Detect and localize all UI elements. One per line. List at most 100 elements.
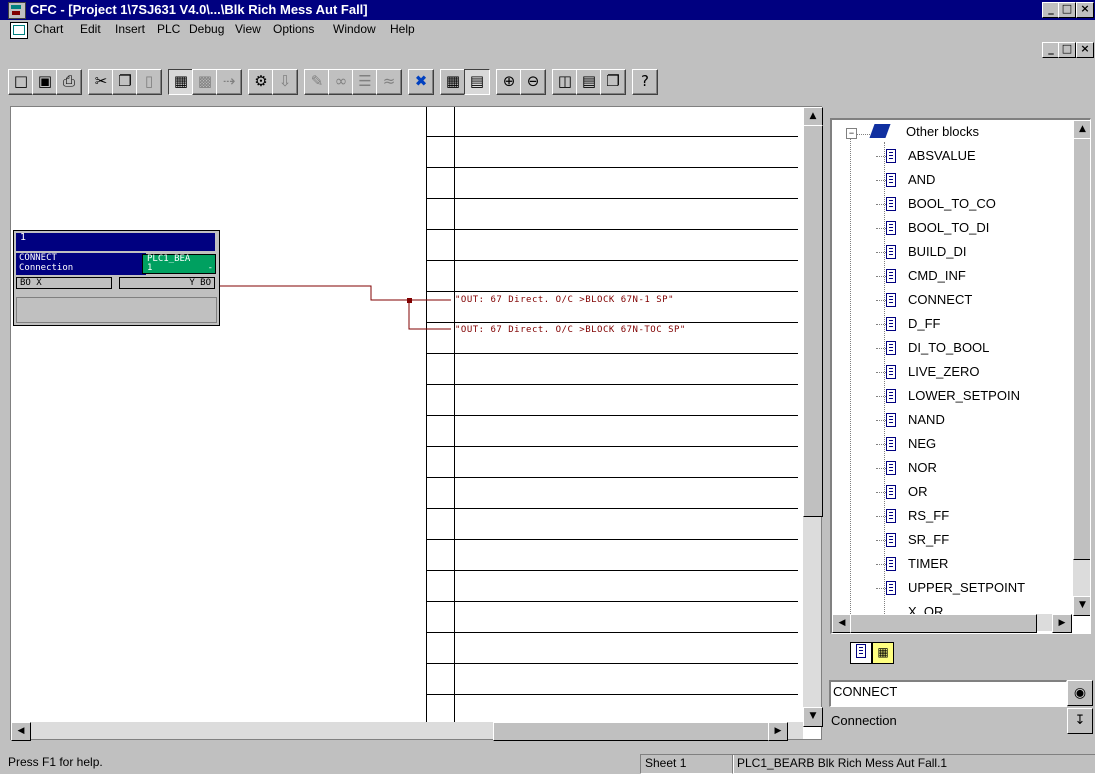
open-icon[interactable]: ▣ <box>32 69 58 95</box>
input-pin-x[interactable]: BO X <box>16 277 112 289</box>
catalog-item[interactable]: AND <box>876 170 935 190</box>
vertical-scrollbar[interactable]: ▲ ▼ <box>803 107 823 727</box>
scroll-up-button[interactable]: ▲ <box>803 107 823 127</box>
block-icon <box>886 533 896 547</box>
libraries-tab-icon[interactable]: ▦ <box>872 642 894 664</box>
catalog-scroll-thumb[interactable] <box>1073 138 1090 560</box>
signal-label-2[interactable]: "OUT: 67 Direct. O/C >BLOCK 67N-TOC SP" <box>455 325 686 335</box>
catalog-horizontal-scrollbar[interactable]: ◀ ▶ <box>832 614 1072 633</box>
test-icon[interactable]: ✎ <box>304 69 330 95</box>
print-icon[interactable]: ⎙ <box>56 69 82 95</box>
title-bar: CFC - [Project 1\7SJ631 V4.0\...\Blk Ric… <box>0 0 1095 20</box>
catalog-item[interactable]: X_OR <box>908 602 943 614</box>
insert-block-icon[interactable]: ↧ <box>1067 708 1093 734</box>
split-horizontal-icon[interactable]: ▤ <box>576 69 602 95</box>
catalog-scroll-left-button[interactable]: ◀ <box>832 614 852 633</box>
overview-icon[interactable]: ✖ <box>408 69 434 95</box>
catalog-item[interactable]: UPPER_SETPOINT <box>876 578 1025 598</box>
help-context-icon[interactable]: ? <box>632 69 658 95</box>
catalog-item[interactable]: OR <box>876 482 928 502</box>
trend-icon[interactable]: ≈ <box>376 69 402 95</box>
block-catalog-tree[interactable]: − Other blocks ABSVALUE AND BOOL_TO_CO B… <box>830 118 1091 634</box>
block-icon <box>886 389 896 403</box>
download-icon[interactable]: ⇩ <box>272 69 298 95</box>
block-icon <box>886 413 896 427</box>
mdi-restore-button[interactable]: □ <box>1058 42 1076 58</box>
blocks-tab-icon[interactable] <box>850 642 872 664</box>
status-help-text: Press F1 for help. <box>8 755 103 769</box>
catalog-vertical-scrollbar[interactable]: ▲ ▼ <box>1073 120 1090 616</box>
menu-debug[interactable]: Debug <box>189 22 224 36</box>
window-icon[interactable]: ❐ <box>600 69 626 95</box>
catalog-item[interactable]: NAND <box>876 410 945 430</box>
grid-icon[interactable]: ▦ <box>440 69 466 95</box>
catalog-item[interactable]: ABSVALUE <box>876 146 976 166</box>
menu-options[interactable]: Options <box>273 22 314 36</box>
mdi-close-button[interactable]: × <box>1076 42 1094 58</box>
menu-view[interactable]: View <box>235 22 261 36</box>
catalog-item[interactable]: NOR <box>876 458 937 478</box>
catalog-item[interactable]: BUILD_DI <box>876 242 967 262</box>
catalog-item[interactable]: NEG <box>876 434 936 454</box>
paste-icon[interactable]: ▯ <box>136 69 162 95</box>
block-name-field[interactable]: CONNECT <box>829 680 1067 707</box>
output-pin-y[interactable]: Y BO <box>119 277 215 289</box>
horizontal-scroll-thumb[interactable] <box>493 722 770 741</box>
scroll-right-button[interactable]: ▶ <box>768 722 788 741</box>
catalog-item[interactable]: D_FF <box>876 314 941 334</box>
chart-icon[interactable]: ▦ <box>168 69 194 95</box>
catalog-hscroll-thumb[interactable] <box>850 614 1037 633</box>
jump-icon[interactable]: ⇢ <box>216 69 242 95</box>
catalog-item[interactable]: CMD_INF <box>876 266 966 286</box>
cfc-app-icon[interactable] <box>8 2 26 19</box>
document-icon[interactable] <box>10 22 28 39</box>
chart-canvas[interactable]: "OUT: 67 Direct. O/C >BLOCK 67N-1 SP" "O… <box>10 106 823 741</box>
menu-edit[interactable]: Edit <box>80 22 101 36</box>
catalog-root[interactable]: Other blocks <box>906 124 979 139</box>
catalog-item[interactable]: DI_TO_BOOL <box>876 338 989 358</box>
block-icon <box>886 437 896 451</box>
block-icon <box>886 509 896 523</box>
catalog-scroll-down-button[interactable]: ▼ <box>1073 596 1090 616</box>
catalog-scroll-right-button[interactable]: ▶ <box>1052 614 1072 633</box>
block-icon <box>886 173 896 187</box>
scroll-left-button[interactable]: ◀ <box>11 722 31 741</box>
catalog-item[interactable]: TIMER <box>876 554 948 574</box>
scroll-down-button[interactable]: ▼ <box>803 707 823 727</box>
catalog-item[interactable]: BOOL_TO_DI <box>876 218 989 238</box>
catalog-icon[interactable]: ▤ <box>464 69 490 95</box>
maximize-button[interactable]: □ <box>1058 2 1076 18</box>
object-icon[interactable]: ▩ <box>192 69 218 95</box>
watch-icon[interactable]: ∞ <box>328 69 354 95</box>
menu-window[interactable]: Window <box>333 22 376 36</box>
cut-icon[interactable]: ✂ <box>88 69 114 95</box>
zoom-in-icon[interactable]: ⊕ <box>496 69 522 95</box>
menu-chart[interactable]: Chart <box>34 22 63 36</box>
close-button[interactable]: × <box>1076 2 1094 18</box>
catalog-item[interactable]: BOOL_TO_CO <box>876 194 996 214</box>
split-vertical-icon[interactable]: ◫ <box>552 69 578 95</box>
connection-lines <box>218 285 451 330</box>
catalog-item[interactable]: LIVE_ZERO <box>876 362 980 382</box>
monitor-icon[interactable]: ☰ <box>352 69 378 95</box>
toolbar: □ ▣ ⎙ ✂ ❐ ▯ ▦ ▩ ⇢ ⚙ ⇩ ✎ ∞ ☰ ≈ ✖ ▦ ▤ ⊕ ⊖ … <box>0 66 1095 104</box>
copy-icon[interactable]: ❐ <box>112 69 138 95</box>
catalog-item[interactable]: SR_FF <box>876 530 949 550</box>
menu-insert[interactable]: Insert <box>115 22 145 36</box>
catalog-item[interactable]: CONNECT <box>876 290 972 310</box>
find-binoculars-icon[interactable]: ◉ <box>1067 680 1093 706</box>
vertical-scroll-thumb[interactable] <box>803 125 823 517</box>
compile-icon[interactable]: ⚙ <box>248 69 274 95</box>
signal-label-1[interactable]: "OUT: 67 Direct. O/C >BLOCK 67N-1 SP" <box>455 295 674 305</box>
connect-block[interactable]: 1 CONNECT Connection PLC1_BEA 1- BO X Y … <box>13 230 220 326</box>
horizontal-scrollbar[interactable]: ◀ ▶ <box>11 722 803 741</box>
new-icon[interactable]: □ <box>8 69 34 95</box>
status-sheet: Sheet 1 <box>640 754 734 774</box>
zoom-out-icon[interactable]: ⊖ <box>520 69 546 95</box>
menu-help[interactable]: Help <box>390 22 415 36</box>
catalog-item[interactable]: LOWER_SETPOIN <box>876 386 1020 406</box>
menu-plc[interactable]: PLC <box>157 22 180 36</box>
catalog-scroll-up-button[interactable]: ▲ <box>1073 120 1090 140</box>
catalog-item[interactable]: RS_FF <box>876 506 949 526</box>
window-title: CFC - [Project 1\7SJ631 V4.0\...\Blk Ric… <box>30 2 368 17</box>
